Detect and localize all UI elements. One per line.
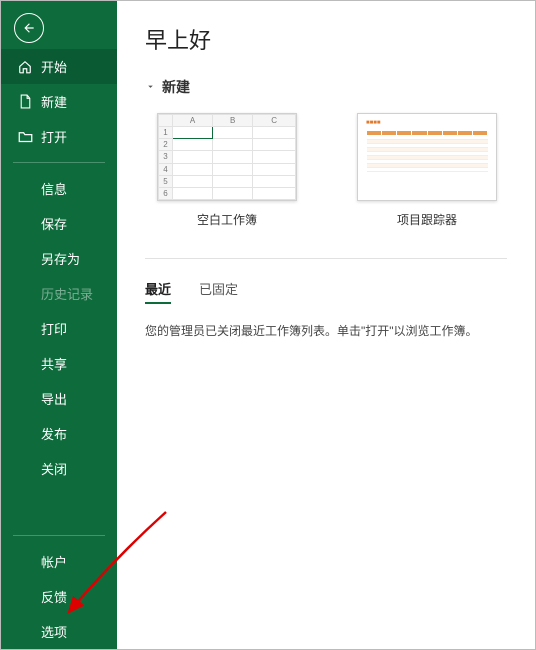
template-label: 空白工作簿 bbox=[197, 211, 257, 228]
nav-print[interactable]: 打印 bbox=[1, 311, 117, 346]
nav-label: 反馈 bbox=[41, 587, 67, 606]
home-icon bbox=[17, 59, 33, 75]
nav-label: 开始 bbox=[41, 57, 67, 76]
template-list: ABC 1 2 3 4 5 6 空白工作簿 ■■■■ bbox=[145, 113, 507, 228]
backstage-view: 开始 新建 打开 信息 保存 另存为 历史记录 打印 共享 导出 发布 关闭 帐… bbox=[0, 0, 536, 650]
nav-label: 打开 bbox=[41, 127, 67, 146]
nav-open[interactable]: 打开 bbox=[1, 119, 117, 154]
nav-label: 帐户 bbox=[41, 552, 67, 571]
nav-feedback[interactable]: 反馈 bbox=[1, 579, 117, 614]
nav-options[interactable]: 选项 bbox=[1, 614, 117, 649]
tab-pinned[interactable]: 已固定 bbox=[199, 279, 238, 304]
nav-label: 信息 bbox=[41, 179, 67, 198]
nav-export[interactable]: 导出 bbox=[1, 381, 117, 416]
nav-label: 共享 bbox=[41, 354, 67, 373]
nav-label: 发布 bbox=[41, 424, 67, 443]
template-label: 项目跟踪器 bbox=[397, 211, 457, 228]
back-button[interactable] bbox=[14, 13, 44, 43]
recent-empty-message: 您的管理员已关闭最近工作簿列表。单击"打开"以浏览工作簿。 bbox=[145, 322, 507, 339]
section-label: 新建 bbox=[162, 77, 190, 97]
template-blank-workbook[interactable]: ABC 1 2 3 4 5 6 空白工作簿 bbox=[157, 113, 297, 228]
divider bbox=[13, 535, 105, 536]
template-thumb: ■■■■ bbox=[357, 113, 497, 201]
chevron-down-icon bbox=[145, 80, 156, 95]
template-project-tracker[interactable]: ■■■■ bbox=[357, 113, 497, 228]
nav-info[interactable]: 信息 bbox=[1, 171, 117, 206]
back-arrow-icon bbox=[22, 21, 36, 35]
nav-label: 打印 bbox=[41, 319, 67, 338]
nav-history: 历史记录 bbox=[1, 276, 117, 311]
nav-start[interactable]: 开始 bbox=[1, 49, 117, 84]
nav-account[interactable]: 帐户 bbox=[1, 544, 117, 579]
recent-tabs: 最近 已固定 bbox=[145, 279, 507, 304]
nav-label: 关闭 bbox=[41, 459, 67, 478]
main-panel: 早上好 新建 ABC 1 2 3 4 5 6 bbox=[117, 1, 535, 649]
sidebar: 开始 新建 打开 信息 保存 另存为 历史记录 打印 共享 导出 发布 关闭 帐… bbox=[1, 1, 117, 649]
template-thumb: ABC 1 2 3 4 5 6 bbox=[157, 113, 297, 201]
nav-save[interactable]: 保存 bbox=[1, 206, 117, 241]
nav-new[interactable]: 新建 bbox=[1, 84, 117, 119]
divider bbox=[13, 162, 105, 163]
nav-publish[interactable]: 发布 bbox=[1, 416, 117, 451]
nav-label: 新建 bbox=[41, 92, 67, 111]
divider bbox=[145, 258, 507, 259]
nav-label: 导出 bbox=[41, 389, 67, 408]
nav-label: 选项 bbox=[41, 622, 67, 641]
tab-recent[interactable]: 最近 bbox=[145, 279, 171, 304]
nav-share[interactable]: 共享 bbox=[1, 346, 117, 381]
nav-save-as[interactable]: 另存为 bbox=[1, 241, 117, 276]
new-section-header[interactable]: 新建 bbox=[145, 77, 507, 97]
nav-label: 另存为 bbox=[41, 249, 80, 268]
document-icon bbox=[17, 94, 33, 110]
nav-label: 历史记录 bbox=[41, 284, 93, 303]
greeting-title: 早上好 bbox=[145, 23, 507, 55]
spacer bbox=[1, 486, 117, 527]
nav-close[interactable]: 关闭 bbox=[1, 451, 117, 486]
folder-icon bbox=[17, 129, 33, 145]
nav-label: 保存 bbox=[41, 214, 67, 233]
